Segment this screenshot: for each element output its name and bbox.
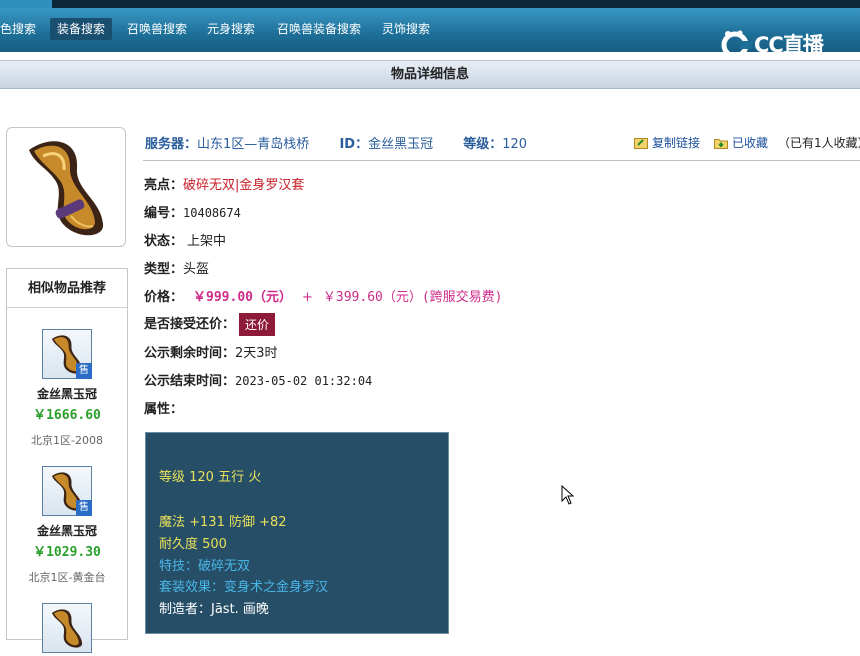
number-row: 编号：10408674 (144, 202, 241, 221)
similar-item-name[interactable]: 金丝黑玉冠 (7, 522, 127, 539)
highlight-label: 亮点： (144, 178, 184, 193)
similar-item-price: ￥1029.30 (33, 545, 101, 560)
nav-role-search[interactable]: 色搜索 (0, 18, 43, 40)
attr-durability: 耐久度 500 (159, 537, 227, 552)
nav-pet-search[interactable]: 召唤兽搜索 (120, 18, 194, 40)
number-label: 编号： (144, 206, 184, 221)
similar-item-server: 北京1区-黄金台 (28, 571, 106, 584)
for-sale-badge: 售 (76, 500, 92, 516)
level-value: 120 (502, 137, 528, 152)
nav-accessory-search[interactable]: 灵饰搜索 (375, 18, 437, 40)
number-value: 10408674 (183, 206, 241, 220)
id-value: 金丝黑玉冠 (368, 137, 434, 152)
divider (143, 160, 860, 161)
copy-link-button[interactable]: 复制链接 (652, 134, 700, 151)
highlight-row: 亮点：破碎无双|金身罗汉套 (144, 174, 304, 193)
price-label: 价格： (144, 290, 184, 305)
counter-offer-row: 是否接受还价： 还价 (144, 313, 276, 336)
attr-special-skill: 特技：破碎无双 (159, 559, 251, 574)
similar-item[interactable]: 售 金丝黑玉冠 ￥1666.60 北京1区-2008 (7, 329, 127, 448)
similar-item-image[interactable]: 售 (42, 466, 92, 516)
cross-server-fee: ￥399.60（元）(跨服交易费) (322, 290, 503, 305)
top-strip-tab[interactable] (0, 0, 52, 8)
attr-maker: 制造者：Jāst. 画晚 (159, 602, 269, 617)
similar-item-name[interactable]: 金丝黑玉冠 (7, 385, 127, 402)
helmet-icon (51, 609, 83, 648)
attr-magic-defense: 魔法 +131 防御 +82 (159, 515, 287, 530)
helmet-icon (29, 141, 104, 236)
similar-items-header: 相似物品推荐 (7, 269, 127, 308)
type-row: 类型：头盔 (144, 258, 209, 277)
attributes-row: 属性： (144, 398, 183, 417)
for-sale-badge: 售 (76, 363, 92, 379)
level-label: 等级： (463, 137, 503, 152)
page-title: 物品详细信息 (0, 60, 860, 89)
similar-item[interactable] (7, 603, 127, 653)
attr-level-element: 等级 120 五行 火 (159, 470, 262, 485)
nav-avatar-search[interactable]: 元身搜索 (200, 18, 262, 40)
end-time-label: 公示结束时间： (144, 374, 236, 389)
similar-item-server: 北京1区-2008 (31, 434, 103, 447)
similar-item[interactable]: 售 金丝黑玉冠 ￥1029.30 北京1区-黄金台 (7, 466, 127, 585)
similar-items-panel: 相似物品推荐 售 金丝黑玉冠 ￥1666.60 北京1区-2008 售 金丝黑玉… (6, 268, 128, 653)
id-label: ID： (339, 137, 369, 152)
highlight-value: 破碎无双|金身罗汉套 (183, 178, 305, 193)
mouse-cursor-icon (561, 484, 575, 509)
cc-live-logo: CC直播 (720, 26, 824, 62)
type-label: 类型： (144, 262, 184, 277)
attributes-box: 等级 120 五行 火 魔法 +131 防御 +82 耐久度 500 特技：破碎… (145, 432, 449, 634)
similar-item-image[interactable]: 售 (42, 329, 92, 379)
type-value: 头盔 (183, 262, 210, 277)
nav-pet-equipment-search[interactable]: 召唤兽装备搜索 (270, 18, 368, 40)
attr-set-effect: 套装效果：变身术之金身罗汉 (159, 580, 329, 595)
top-strip (0, 0, 860, 8)
remaining-time-label: 公示剩余时间： (144, 346, 236, 361)
price-plus: + (301, 290, 313, 305)
price-value: ￥999.00（元） (193, 290, 292, 305)
price-row: 价格： ￥999.00（元） + ￥399.60（元）(跨服交易费) (144, 286, 503, 305)
item-summary-row: 服务器：山东1区—青岛栈桥 ID：金丝黑玉冠 等级：120 (145, 133, 527, 152)
remaining-time-value: 2天3时 (235, 346, 278, 361)
logo-text: CC直播 (754, 33, 824, 57)
similar-item-price: ￥1666.60 (33, 408, 101, 423)
end-time-row: 公示结束时间：2023-05-02 01:32:04 (144, 370, 372, 389)
item-actions: 复制链接 已收藏 （已有1人收藏） (634, 134, 860, 151)
favorite-folder-icon (714, 137, 729, 149)
cc-logo-icon (721, 30, 752, 59)
item-image (6, 127, 126, 247)
counter-offer-label: 是否接受还价： (144, 317, 236, 332)
remaining-time-row: 公示剩余时间：2天3时 (144, 342, 278, 361)
similar-item-image[interactable] (42, 603, 92, 653)
status-value: 上架中 (187, 234, 227, 249)
status-row: 状态： 上架中 (144, 230, 226, 249)
favorite-count: （已有1人收藏） (778, 136, 860, 150)
status-label: 状态： (144, 234, 184, 249)
attributes-label: 属性： (144, 402, 184, 417)
favorited-button[interactable]: 已收藏 (732, 134, 768, 151)
copy-link-icon (634, 137, 648, 149)
server-value: 山东1区—青岛栈桥 (197, 137, 310, 152)
counter-offer-button[interactable]: 还价 (239, 313, 276, 336)
end-time-value: 2023-05-02 01:32:04 (235, 374, 373, 388)
nav-equipment-search[interactable]: 装备搜索 (50, 18, 113, 40)
server-label: 服务器： (145, 137, 198, 152)
